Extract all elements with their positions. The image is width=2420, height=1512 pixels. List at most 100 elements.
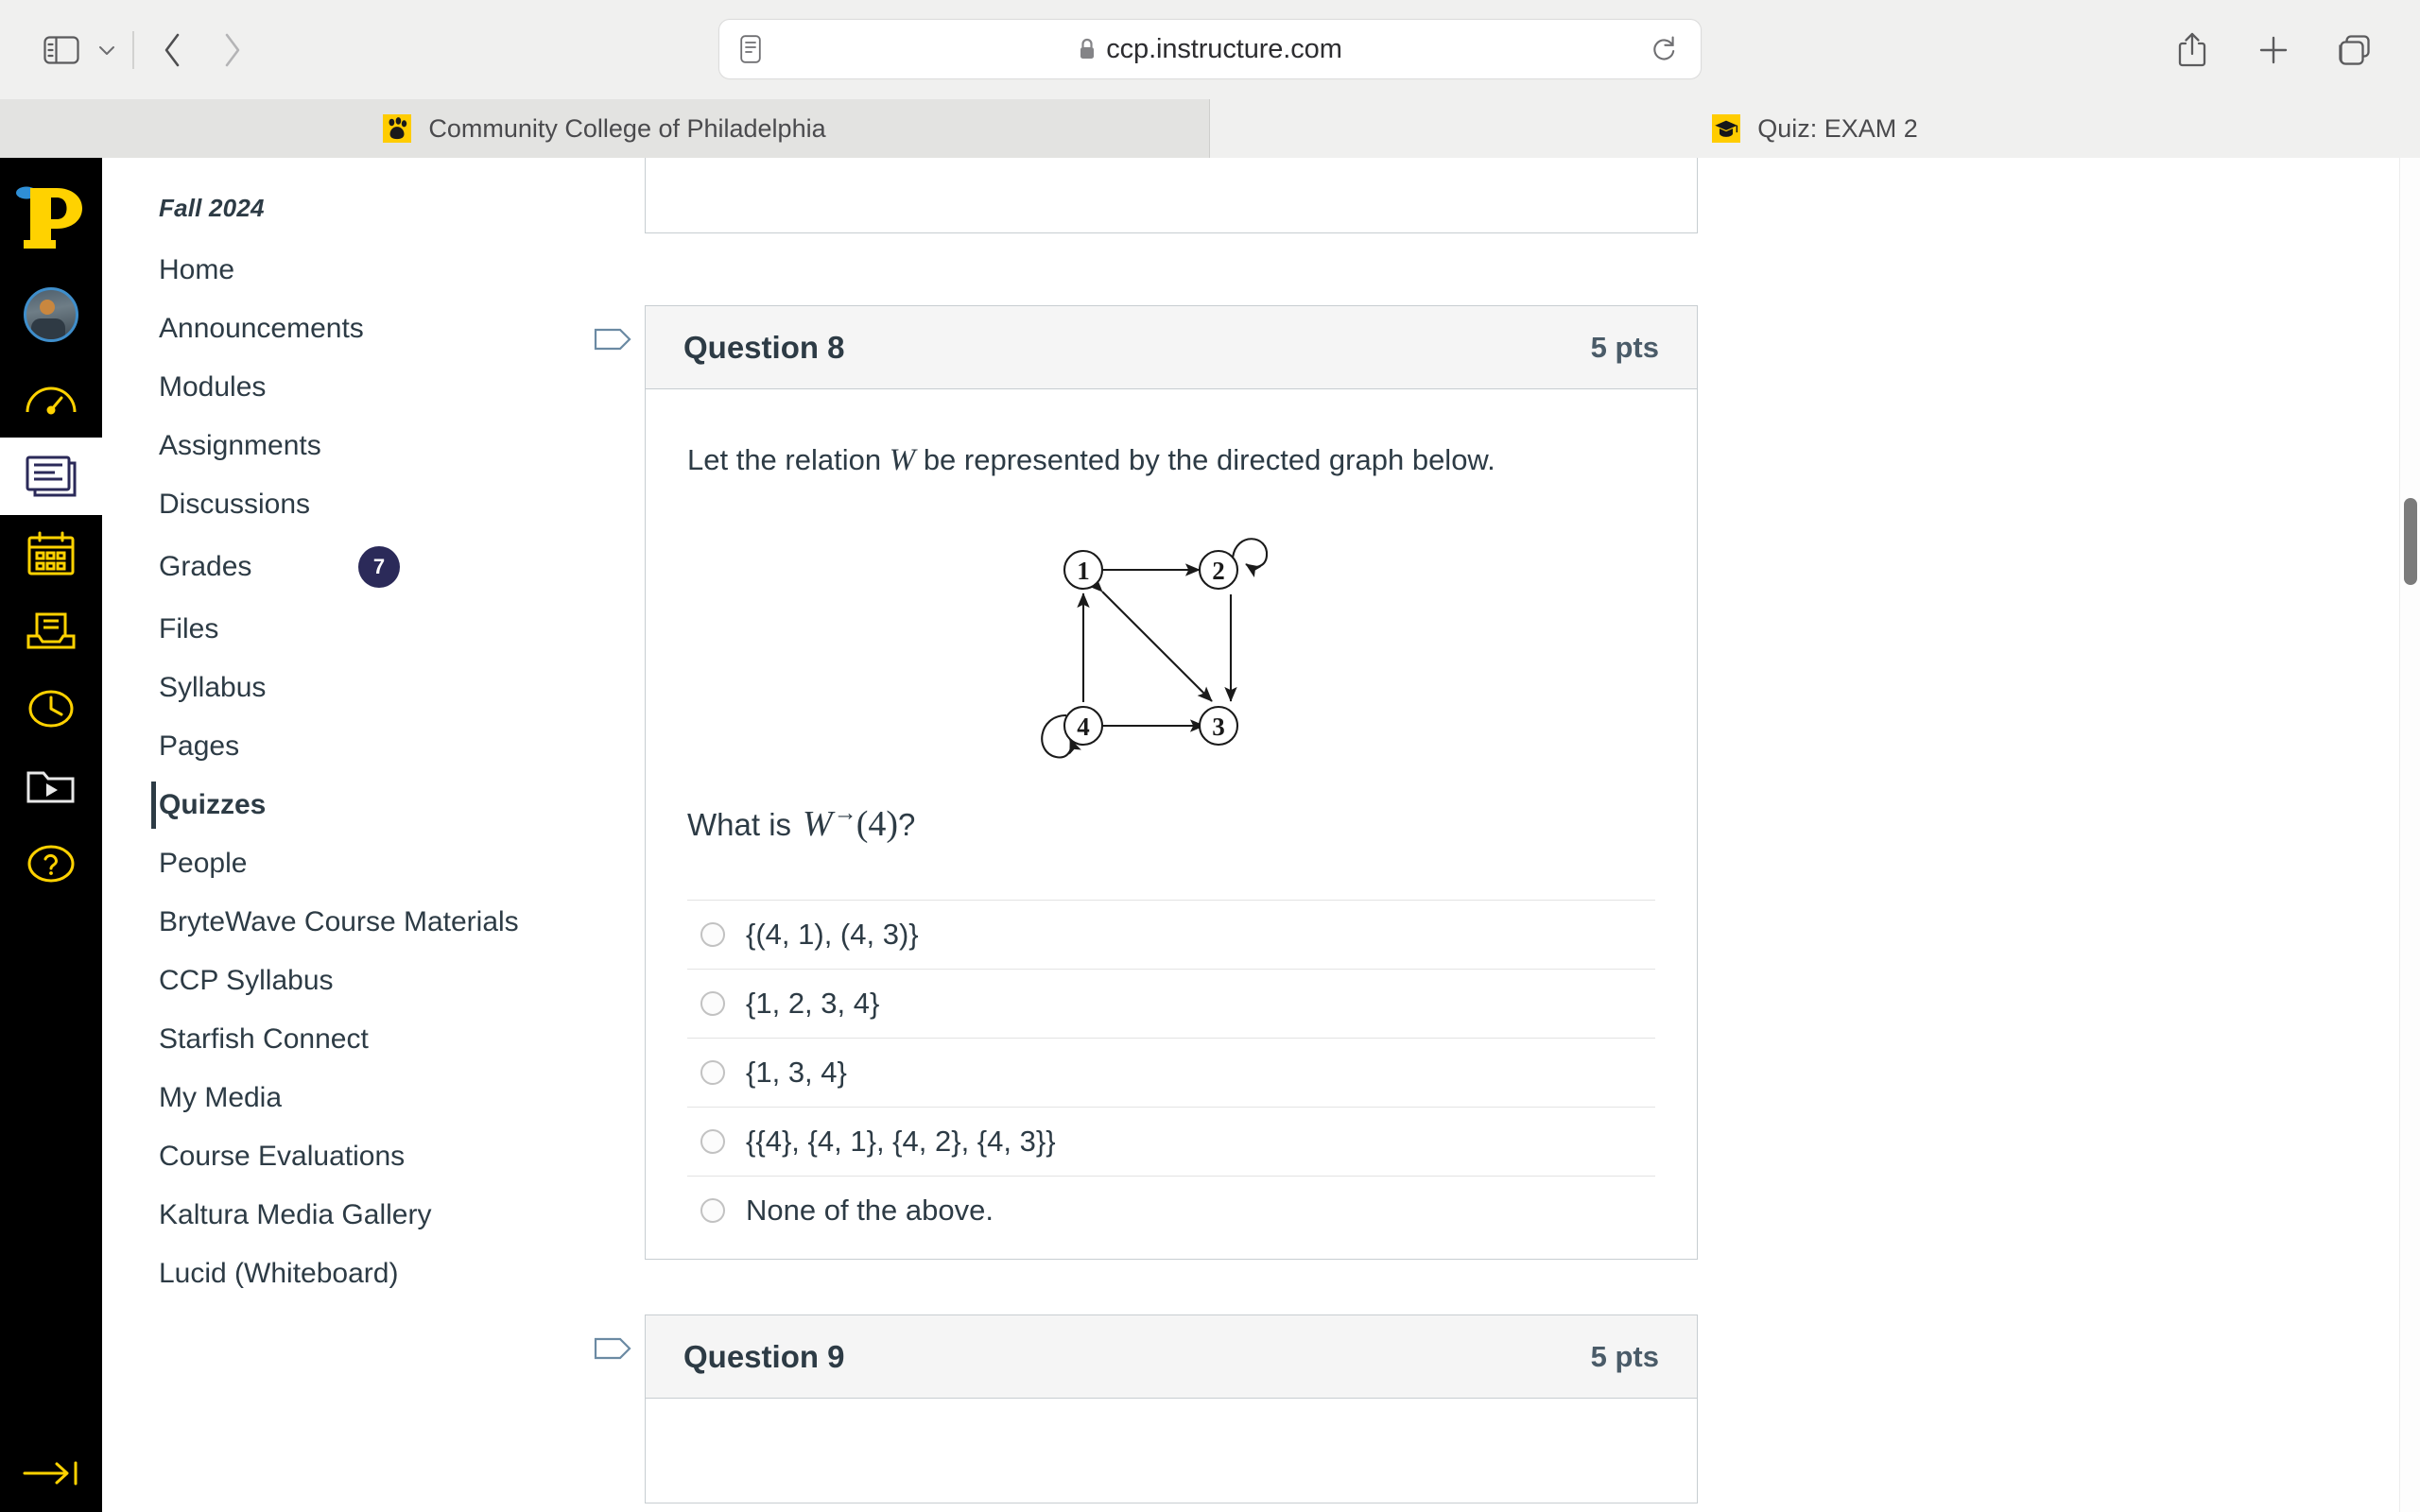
sidebar-item-discussions[interactable]: Discussions (102, 475, 631, 534)
directed-graph-image: 1 2 3 4 (687, 516, 1655, 781)
answer-option-1[interactable]: {(4, 1), (4, 3)} (687, 899, 1655, 969)
answer-option-label: {(4, 1), (4, 3)} (746, 917, 919, 951)
tab-quiz-exam-2[interactable]: Quiz: EXAM 2 (1210, 99, 2420, 158)
sidebar-item-label: Home (159, 254, 235, 285)
sidebar-item-label: Assignments (159, 430, 321, 461)
avatar (24, 287, 78, 342)
folder-play-icon (26, 771, 75, 803)
graph-node-1: 1 (1077, 557, 1090, 585)
sidebar-item-label: Announcements (159, 313, 364, 344)
flag-question-icon[interactable] (594, 1336, 631, 1378)
sidebar-item-my-media[interactable]: My Media (102, 1069, 631, 1127)
browser-chrome: ccp.instructure.com (0, 0, 2420, 99)
answer-option-2[interactable]: {1, 2, 3, 4} (687, 968, 1655, 1038)
global-nav-item-dashboard[interactable] (0, 360, 102, 438)
sidebar-item-label: Lucid (Whiteboard) (159, 1258, 399, 1289)
lock-icon (1078, 37, 1097, 61)
share-icon[interactable] (2163, 21, 2221, 79)
question-stem-variable: W (889, 443, 916, 477)
course-navigation: Fall 2024 Home Announcements Modules Ass… (102, 158, 631, 1512)
sidebar-item-label: People (159, 848, 248, 879)
page-title: Question 9 (683, 1338, 845, 1374)
paw-print-icon (383, 114, 412, 143)
sidebar-item-label: Files (159, 613, 219, 644)
answer-option-label: None of the above. (746, 1193, 994, 1227)
question-points: 5 pts (1590, 1339, 1659, 1373)
sidebar-item-label: Quizzes (159, 789, 267, 820)
sidebar-item-home[interactable]: Home (102, 241, 631, 300)
graph-node-3: 3 (1212, 713, 1225, 741)
sidebar-item-label: Modules (159, 371, 267, 403)
answer-option-4[interactable]: {{4}, {4, 1}, {4, 2}, {4, 3}} (687, 1106, 1655, 1176)
question-8-header: Question 8 5 pts (646, 306, 1697, 389)
global-nav-item-inbox[interactable] (0, 593, 102, 670)
sidebar-item-label: Starfish Connect (159, 1023, 369, 1055)
answer-option-3[interactable]: {1, 3, 4} (687, 1037, 1655, 1107)
answer-options-list: {(4, 1), (4, 3)} {1, 2, 3, 4} {1, 3, 4} … (646, 899, 1697, 1245)
course-nav-list: Home Announcements Modules Assignments D… (102, 241, 631, 1303)
sidebar-item-label: CCP Syllabus (159, 965, 334, 996)
sidebar-item-announcements[interactable]: Announcements (102, 300, 631, 358)
question-stem: Let the relation W be represented by the… (687, 438, 1655, 484)
book-icon (26, 455, 77, 497)
question-9-header: Question 9 5 pts (646, 1315, 1697, 1399)
collapse-nav-button[interactable] (21, 1456, 81, 1495)
radio-button[interactable] (700, 1128, 725, 1154)
previous-question-card (645, 158, 1698, 233)
global-nav-item-help[interactable] (0, 825, 102, 902)
sidebar-item-modules[interactable]: Modules (102, 358, 631, 417)
global-nav-item-history[interactable] (0, 670, 102, 747)
sidebar-item-syllabus[interactable]: Syllabus (102, 659, 631, 717)
sidebar-item-quizzes[interactable]: Quizzes (102, 776, 631, 834)
radio-button[interactable] (700, 1197, 725, 1223)
radio-button[interactable] (700, 921, 725, 947)
tab-overview-icon[interactable] (2325, 21, 2384, 79)
answer-option-5[interactable]: None of the above. (687, 1175, 1655, 1245)
inbox-icon (26, 612, 76, 649)
forward-chevron-icon[interactable] (202, 21, 261, 79)
sidebar-item-kaltura-media-gallery[interactable]: Kaltura Media Gallery (102, 1186, 631, 1245)
sidebar-item-brytewave-course-materials[interactable]: BryteWave Course Materials (102, 893, 631, 952)
sidebar-item-lucid-whiteboard[interactable]: Lucid (Whiteboard) (102, 1245, 631, 1303)
math-argument: (4) (856, 803, 898, 844)
radio-button[interactable] (700, 990, 725, 1016)
scrollbar[interactable] (2399, 158, 2420, 1512)
global-nav-item-account-logo[interactable] (0, 158, 102, 269)
global-nav-item-studio[interactable] (0, 747, 102, 825)
flag-question-icon[interactable] (594, 327, 631, 369)
sidebar-toggle-icon[interactable] (32, 21, 91, 79)
sidebar-item-assignments[interactable]: Assignments (102, 417, 631, 475)
chevron-down-icon[interactable] (91, 21, 123, 79)
graduation-cap-icon (1712, 114, 1741, 143)
sidebar-item-pages[interactable]: Pages (102, 717, 631, 776)
reload-icon[interactable] (1651, 35, 1678, 63)
reader-icon[interactable] (740, 35, 761, 63)
new-tab-plus-icon[interactable] (2244, 21, 2303, 79)
toolbar-right-group (2163, 0, 2384, 99)
address-bar[interactable]: ccp.instructure.com (718, 19, 1702, 79)
sidebar-item-ccp-syllabus[interactable]: CCP Syllabus (102, 952, 631, 1010)
question-prompt: What is W→(4)? (687, 800, 1655, 845)
tab-community-college-of-philadelphia[interactable]: Community College of Philadelphia (0, 99, 1210, 158)
arrow-right-bar-icon (23, 1461, 78, 1486)
back-chevron-icon[interactable] (144, 21, 202, 79)
radio-button[interactable] (700, 1059, 725, 1085)
graph-node-4: 4 (1077, 713, 1090, 741)
sidebar-item-starfish-connect[interactable]: Starfish Connect (102, 1010, 631, 1069)
sidebar-item-files[interactable]: Files (102, 600, 631, 659)
global-nav-item-account-avatar[interactable] (0, 269, 102, 360)
global-nav-item-courses[interactable] (0, 438, 102, 515)
sidebar-item-course-evaluations[interactable]: Course Evaluations (102, 1127, 631, 1186)
answer-option-label: {1, 2, 3, 4} (746, 986, 880, 1020)
sidebar-item-label: Course Evaluations (159, 1141, 406, 1172)
answer-option-label: {{4}, {4, 1}, {4, 2}, {4, 3}} (746, 1124, 1056, 1158)
sidebar-toggle-group[interactable] (32, 21, 123, 79)
quiz-content: Question 8 5 pts Let the relation W be r… (594, 158, 2420, 1512)
sidebar-item-people[interactable]: People (102, 834, 631, 893)
sidebar-item-grades[interactable]: Grades 7 (102, 534, 631, 600)
address-bar-container[interactable]: ccp.instructure.com (718, 19, 1702, 79)
sidebar-item-label: Grades (159, 551, 252, 582)
tab-bar: Community College of Philadelphia Quiz: … (0, 99, 2420, 158)
global-nav-item-calendar[interactable] (0, 515, 102, 593)
scrollbar-thumb[interactable] (2404, 498, 2417, 585)
